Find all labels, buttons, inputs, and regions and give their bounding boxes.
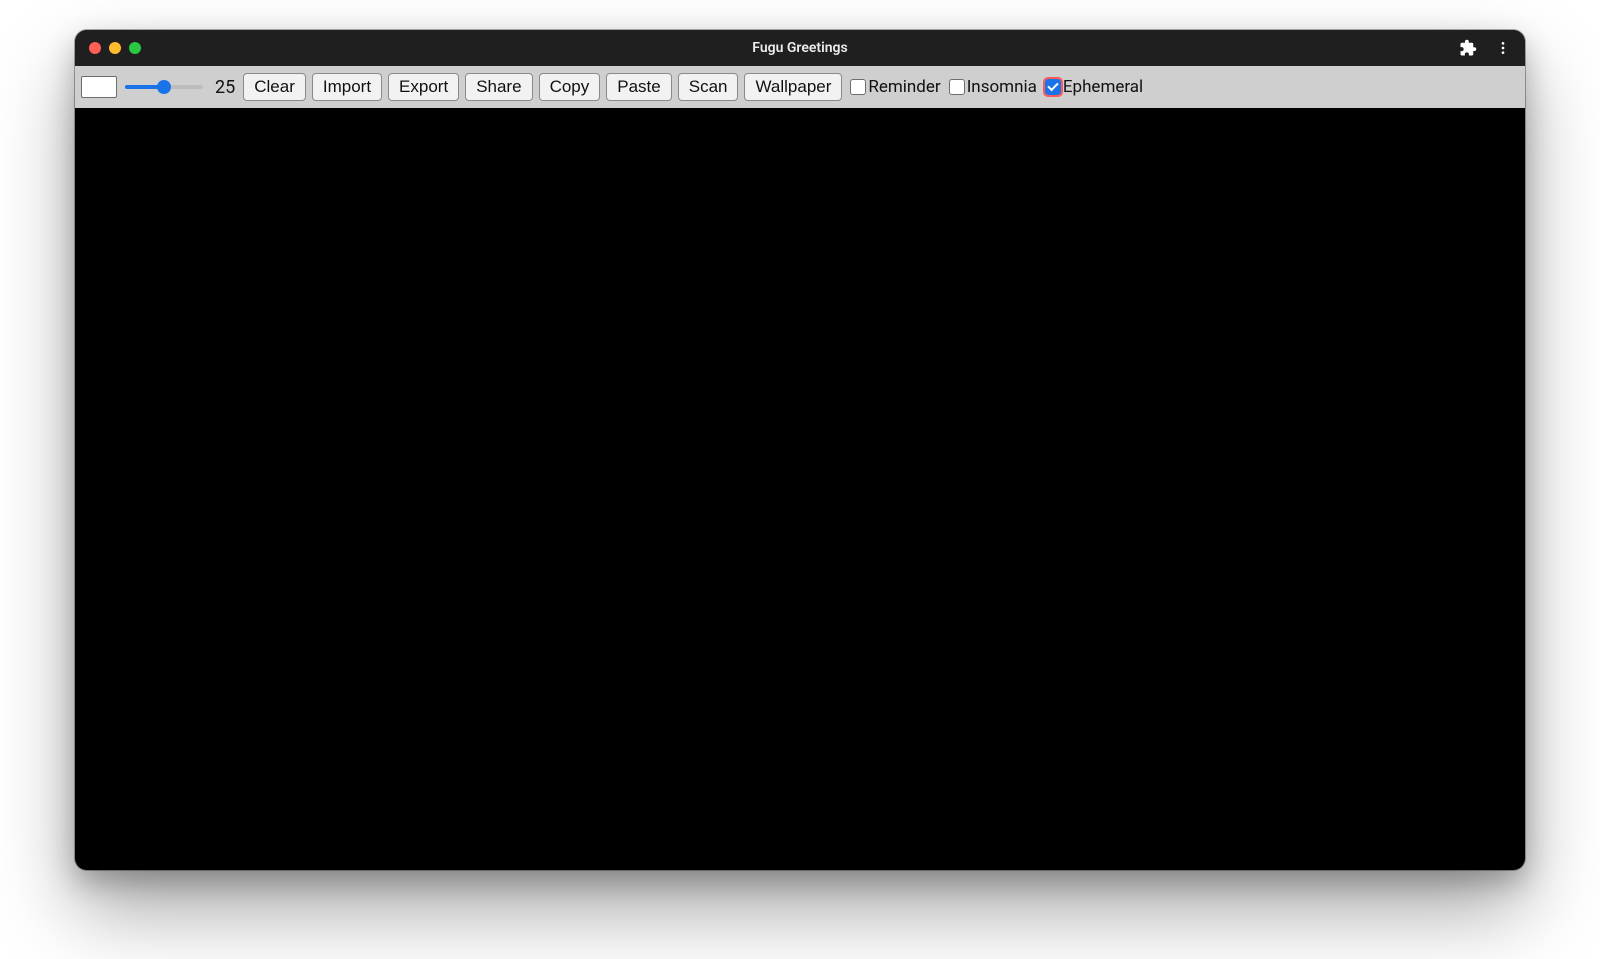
- checkbox-box[interactable]: [850, 79, 866, 95]
- drawing-canvas[interactable]: [77, 108, 1523, 868]
- paste-button[interactable]: Paste: [606, 73, 671, 101]
- reminder-checkbox[interactable]: Reminder: [850, 77, 940, 97]
- window-minimize-button[interactable]: [109, 42, 121, 54]
- insomnia-label: Insomnia: [967, 77, 1037, 97]
- brush-size-value: 25: [215, 77, 235, 98]
- clear-button[interactable]: Clear: [243, 73, 306, 101]
- scan-button[interactable]: Scan: [678, 73, 739, 101]
- app-window: Fugu Greetings: [75, 30, 1525, 870]
- window-zoom-button[interactable]: [129, 42, 141, 54]
- wallpaper-button[interactable]: Wallpaper: [744, 73, 842, 101]
- window-title: Fugu Greetings: [75, 40, 1525, 56]
- brush-size-slider[interactable]: [125, 78, 203, 96]
- ephemeral-label: Ephemeral: [1063, 77, 1143, 97]
- share-button[interactable]: Share: [465, 73, 532, 101]
- slider-thumb[interactable]: [157, 80, 171, 94]
- ephemeral-checkbox[interactable]: Ephemeral: [1045, 77, 1143, 97]
- import-button[interactable]: Import: [312, 73, 382, 101]
- window-close-button[interactable]: [89, 42, 101, 54]
- export-button[interactable]: Export: [388, 73, 459, 101]
- extensions-icon[interactable]: [1459, 39, 1477, 57]
- titlebar: Fugu Greetings: [75, 30, 1525, 66]
- color-picker[interactable]: [81, 76, 117, 98]
- more-menu-icon[interactable]: [1495, 40, 1511, 56]
- toolbar: 25 Clear Import Export Share Copy Paste …: [75, 66, 1525, 108]
- window-controls: [89, 42, 141, 54]
- copy-button[interactable]: Copy: [539, 73, 601, 101]
- checkbox-box[interactable]: [949, 79, 965, 95]
- checkbox-box[interactable]: [1045, 79, 1061, 95]
- insomnia-checkbox[interactable]: Insomnia: [949, 77, 1037, 97]
- reminder-label: Reminder: [868, 77, 940, 97]
